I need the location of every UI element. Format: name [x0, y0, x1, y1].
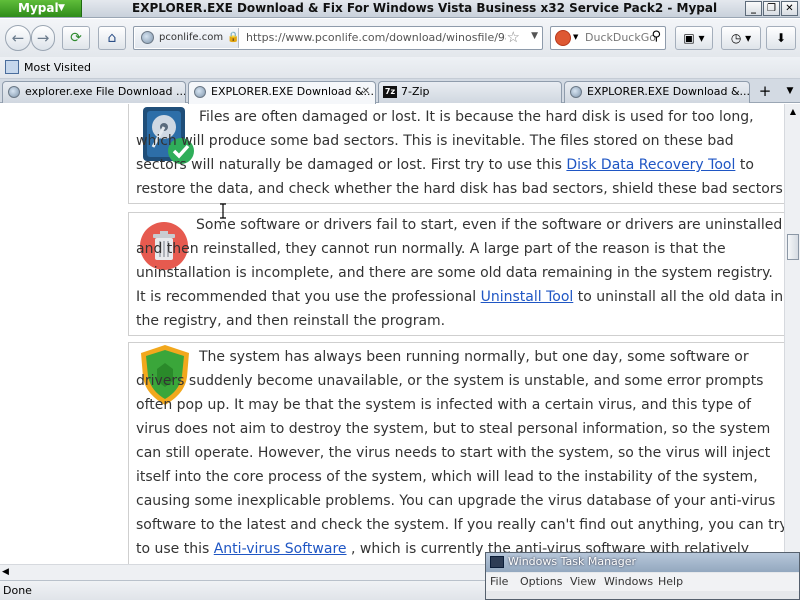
downloads-button[interactable]: ⬇: [766, 26, 796, 50]
card-text: The system has always been running norma…: [136, 345, 784, 564]
scroll-up-icon[interactable]: ▲: [785, 104, 800, 120]
status-text: Done: [3, 584, 32, 597]
globe-icon: [8, 86, 20, 98]
plus-icon: +: [758, 82, 772, 100]
history-button[interactable]: ◷ ▾: [721, 26, 761, 50]
task-manager-window[interactable]: Windows Task Manager File Options View W…: [485, 552, 800, 600]
globe-icon: [141, 31, 154, 44]
forward-button[interactable]: →: [31, 25, 55, 51]
info-card-antivirus: The system has always been running norma…: [128, 342, 784, 564]
close-tab-icon[interactable]: ✕: [362, 82, 370, 102]
7zip-icon: 7z: [383, 86, 397, 98]
back-arrow-icon: ←: [11, 29, 25, 47]
forward-arrow-icon: →: [36, 29, 50, 47]
disk-data-recovery-tool-link[interactable]: Disk Data Recovery Tool: [566, 157, 735, 173]
tab-label: 7-Zip: [401, 85, 430, 98]
page-content: Files are often damaged or lost. It is b…: [0, 104, 784, 564]
download-arrow-icon: ⬇: [775, 31, 787, 45]
bookmarks-menu-button[interactable]: ▣ ▾: [675, 26, 713, 50]
bookmark-star-icon[interactable]: ☆: [507, 28, 520, 46]
back-button[interactable]: ←: [5, 25, 31, 51]
url-dropdown-icon[interactable]: ▼: [531, 31, 538, 41]
bookmark-folder-icon: [5, 60, 19, 74]
tab-4[interactable]: EXPLORER.EXE Download &...: [564, 81, 750, 103]
bookmarks-toolbar: Most Visited: [0, 57, 800, 79]
navigation-toolbar: ← → ⟳ ⌂ pconlife.com 🔒 https://www.pconl…: [0, 19, 800, 57]
duckduckgo-icon[interactable]: [555, 30, 571, 46]
bookmarks-icon: ▣ ▾: [683, 31, 705, 45]
card-text: Files are often damaged or lost. It is b…: [136, 105, 784, 201]
tab-label: EXPLORER.EXE Download &...: [211, 85, 375, 98]
menu-view[interactable]: View: [570, 575, 596, 588]
task-manager-icon: [490, 556, 504, 568]
restore-button[interactable]: ❐: [763, 1, 780, 16]
task-manager-title: Windows Task Manager: [508, 555, 637, 568]
search-input[interactable]: DuckDuckGo: [585, 31, 656, 44]
chevron-down-icon: ▼: [786, 86, 794, 96]
lock-icon: 🔒: [227, 32, 240, 43]
url-bar[interactable]: pconlife.com 🔒 https://www.pconlife.com/…: [133, 26, 543, 50]
tab-1[interactable]: explorer.exe File Download ...: [2, 81, 186, 103]
chevron-down-icon: ▼: [58, 3, 65, 13]
reload-icon: ⟳: [70, 30, 82, 46]
window-controls: _ ❐ ✕: [745, 1, 798, 16]
tab-label: explorer.exe File Download ...: [25, 85, 186, 98]
window-title: EXPLORER.EXE Download & Fix For Windows …: [132, 1, 718, 15]
globe-icon: [570, 86, 582, 98]
tab-3[interactable]: 7z 7-Zip: [378, 81, 562, 103]
minimize-button[interactable]: _: [745, 1, 762, 16]
reload-button[interactable]: ⟳: [62, 26, 90, 50]
app-menu-button[interactable]: Mypal ▼: [0, 0, 82, 17]
search-icon[interactable]: ⚲: [651, 29, 661, 44]
uninstall-tool-link[interactable]: Uninstall Tool: [481, 289, 574, 305]
tab-label: EXPLORER.EXE Download &...: [587, 85, 750, 98]
close-button[interactable]: ✕: [781, 1, 798, 16]
scroll-left-icon[interactable]: ◀: [2, 567, 9, 577]
bookmark-most-visited[interactable]: Most Visited: [24, 61, 91, 74]
home-button[interactable]: ⌂: [98, 26, 126, 50]
tab-strip: explorer.exe File Download ... EXPLORER.…: [0, 79, 800, 104]
home-icon: ⌂: [107, 30, 117, 46]
site-identity-button[interactable]: pconlife.com 🔒: [135, 28, 239, 48]
title-bar: Mypal ▼ EXPLORER.EXE Download & Fix For …: [0, 0, 800, 18]
task-manager-menu-bar: File Options View Windows Help: [486, 573, 799, 591]
menu-file[interactable]: File: [490, 575, 508, 588]
info-card-uninstall: Some software or drivers fail to start, …: [128, 212, 784, 336]
site-identity-label: pconlife.com: [159, 32, 224, 43]
clock-icon: ◷ ▾: [730, 31, 752, 45]
vertical-scrollbar[interactable]: ▲: [784, 104, 800, 564]
tab-list-button[interactable]: ▼: [782, 82, 798, 100]
search-engine-dropdown-icon[interactable]: ▼: [573, 33, 578, 41]
card-text: Some software or drivers fail to start, …: [136, 213, 784, 333]
tab-2[interactable]: EXPLORER.EXE Download &... ✕: [188, 81, 376, 104]
task-manager-title-bar[interactable]: Windows Task Manager: [486, 553, 799, 572]
url-input[interactable]: https://www.pconlife.com/download/winosf…: [246, 31, 506, 44]
menu-options[interactable]: Options: [520, 575, 562, 588]
info-card-disk: Files are often damaged or lost. It is b…: [128, 104, 784, 204]
globe-icon: [194, 86, 206, 98]
search-bar[interactable]: ▼ DuckDuckGo ⚲: [550, 26, 666, 50]
app-menu-label: Mypal: [18, 1, 59, 15]
text-cursor-icon: [220, 203, 226, 219]
new-tab-button[interactable]: +: [757, 82, 773, 101]
anti-virus-software-link[interactable]: Anti-virus Software: [214, 541, 347, 557]
card-text-before: The system has always been running norma…: [136, 349, 784, 557]
menu-windows[interactable]: Windows: [604, 575, 653, 588]
scrollbar-thumb[interactable]: [787, 234, 799, 260]
menu-help[interactable]: Help: [658, 575, 683, 588]
